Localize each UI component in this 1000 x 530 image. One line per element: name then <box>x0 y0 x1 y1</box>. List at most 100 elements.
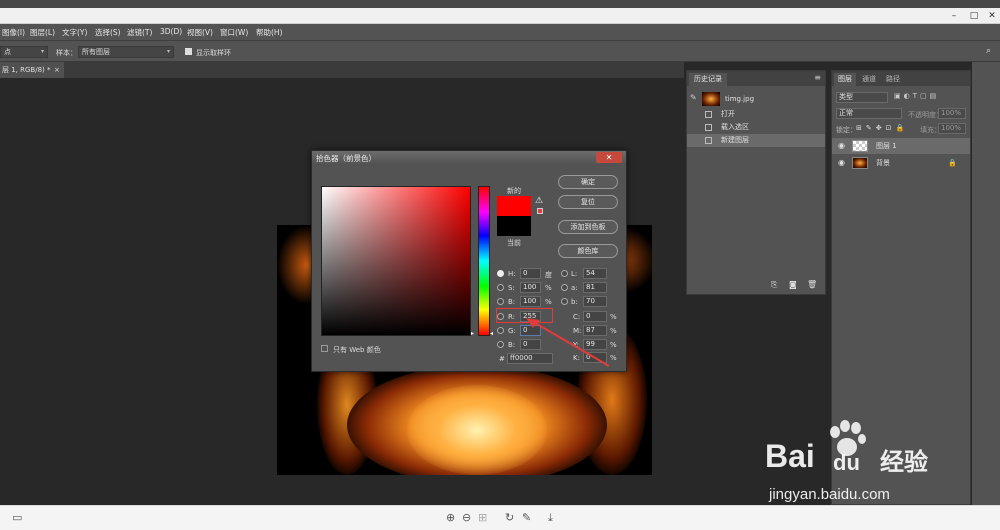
chevron-down-icon: ▾ <box>40 48 44 55</box>
b-input[interactable]: 100 <box>520 296 541 307</box>
zoom-out-icon[interactable]: ⊖ <box>462 512 471 524</box>
close-button[interactable]: ✕ <box>596 152 622 163</box>
fit-icon[interactable]: ⊞ <box>478 512 487 524</box>
history-panel-header: 历史记录 ≡ <box>687 71 825 86</box>
close-tab-icon[interactable]: × <box>54 62 60 78</box>
document-tab[interactable]: 层 1, RGB/8) * × <box>0 62 64 78</box>
filter-icons[interactable]: ▣◐T▢▤ <box>894 92 939 100</box>
h-label: H: <box>508 270 516 278</box>
dialog-title: 拾色器（前景色） <box>312 151 626 166</box>
b-label: B: <box>508 298 516 306</box>
hue-pointer-right-icon[interactable]: ◂ <box>490 330 493 337</box>
menu-window[interactable]: 窗口(W) <box>220 27 248 38</box>
screen-icon[interactable]: ▭ <box>12 512 22 524</box>
ok-button[interactable]: 确定 <box>558 175 618 189</box>
fill-input[interactable]: 100% <box>938 123 966 134</box>
history-panel: 历史记录 ≡ ✎ timg.jpg 打开 载入选区 新建图层 ⎘ ◙ 🗑 <box>686 70 826 295</box>
menu-image[interactable]: 图像(I) <box>2 27 25 38</box>
menu-3d[interactable]: 3D(D) <box>160 27 182 36</box>
right-dock-strip <box>972 62 1000 505</box>
baidu-jingyan-watermark: Bai du 经验 jingyan.baidu.com <box>765 420 965 510</box>
radio-h[interactable] <box>497 270 504 277</box>
radio-b[interactable] <box>497 298 504 305</box>
current-color-swatch[interactable] <box>497 216 531 236</box>
radio-lab-b[interactable] <box>561 298 568 305</box>
camera-icon[interactable]: ◙ <box>789 280 797 289</box>
menu-layer[interactable]: 图层(L) <box>30 27 55 38</box>
layer-kind-filter[interactable]: 类型 <box>836 92 888 103</box>
watermark-brand2: du <box>833 450 860 475</box>
snapshot-label: timg.jpg <box>725 95 755 103</box>
history-row[interactable]: 载入选区 <box>687 121 825 134</box>
document-icon <box>705 124 712 131</box>
menu-type[interactable]: 文字(Y) <box>62 27 87 38</box>
menu-filter[interactable]: 滤镜(T) <box>127 27 152 38</box>
radio-g[interactable] <box>497 327 504 334</box>
menu-bar: 图像(I) 图层(L) 文字(Y) 选择(S) 滤镜(T) 3D(D) 视图(V… <box>0 24 1000 40</box>
show-ring-label: 显示取样环 <box>196 49 231 57</box>
layer-thumbnail <box>852 157 868 169</box>
h-input[interactable]: 0 <box>520 268 541 279</box>
lock-label: 锁定： <box>836 126 857 134</box>
menu-view[interactable]: 视图(V) <box>187 27 213 38</box>
blend-mode-value: 正常 <box>839 109 853 117</box>
new-document-icon[interactable]: ⎘ <box>771 280 777 290</box>
layer-row[interactable]: ◉ 背景 🔒 <box>832 155 970 171</box>
history-row-selected[interactable]: 新建图层 <box>687 134 825 147</box>
layer-thumbnail <box>852 140 868 152</box>
minimize-icon[interactable]: – <box>944 10 964 22</box>
download-icon[interactable]: ⤓ <box>548 512 553 524</box>
tab-channels[interactable]: 通道 <box>858 73 880 86</box>
panel-menu-icon[interactable]: ≡ <box>814 73 821 82</box>
edit-icon[interactable]: ✎ <box>522 512 531 524</box>
layer-row-selected[interactable]: ◉ 图层 1 <box>832 138 970 154</box>
sample-label: 样本： <box>56 49 77 57</box>
eye-icon[interactable]: ◉ <box>838 159 845 167</box>
warning-icon[interactable]: ⚠ <box>535 196 543 206</box>
color-field[interactable] <box>321 186 471 336</box>
s-input[interactable]: 100 <box>520 282 541 293</box>
l-input[interactable]: 54 <box>583 268 607 279</box>
history-snapshot[interactable]: ✎ timg.jpg <box>687 90 825 108</box>
lock-icons[interactable]: ⊞✎✥⊡🔒 <box>856 124 908 132</box>
eye-icon[interactable]: ◉ <box>838 142 845 150</box>
web-only-checkbox[interactable] <box>321 345 328 352</box>
show-ring-checkbox[interactable] <box>185 48 192 55</box>
close-icon[interactable]: ✕ <box>982 10 1000 22</box>
hue-slider[interactable] <box>478 186 490 336</box>
history-row[interactable]: 打开 <box>687 108 825 121</box>
radio-a[interactable] <box>561 284 568 291</box>
radio-l[interactable] <box>561 270 568 277</box>
rotate-icon[interactable]: ↻ <box>505 512 514 524</box>
maximize-icon[interactable]: □ <box>964 10 984 22</box>
layer-name: 图层 1 <box>876 142 897 150</box>
menu-select[interactable]: 选择(S) <box>95 27 121 38</box>
hue-pointer-left-icon[interactable]: ▸ <box>471 330 474 337</box>
reset-button[interactable]: 复位 <box>558 195 618 209</box>
zoom-in-icon[interactable]: ⊕ <box>446 512 455 524</box>
menu-help[interactable]: 帮助(H) <box>256 27 283 38</box>
a-input[interactable]: 81 <box>583 282 607 293</box>
radio-blue[interactable] <box>497 341 504 348</box>
trash-icon[interactable]: 🗑 <box>807 280 817 289</box>
watermark-url: jingyan.baidu.com <box>769 486 890 503</box>
search-icon[interactable]: ⌕ <box>986 46 991 56</box>
brush-icon: ✎ <box>690 93 697 102</box>
sample-select[interactable]: 所有图层 ▾ <box>78 46 174 58</box>
sample-size-select[interactable]: 点 ▾ <box>0 46 48 58</box>
lab-b-input[interactable]: 70 <box>583 296 607 307</box>
new-color-swatch <box>497 196 531 216</box>
color-libraries-button[interactable]: 颜色库 <box>558 244 618 258</box>
tab-layers[interactable]: 图层 <box>834 73 856 86</box>
tab-history[interactable]: 历史记录 <box>689 73 727 86</box>
tab-paths[interactable]: 路径 <box>882 73 904 86</box>
l-label: L: <box>571 270 578 278</box>
a-label: a: <box>571 284 578 292</box>
gamut-swatch[interactable] <box>537 208 543 214</box>
title-bar: – □ ✕ <box>0 8 1000 24</box>
radio-s[interactable] <box>497 284 504 291</box>
opacity-input[interactable]: 100% <box>938 108 966 119</box>
add-to-swatches-button[interactable]: 添加到色板 <box>558 220 618 234</box>
web-only-label: 只有 Web 颜色 <box>333 346 381 354</box>
blend-mode-select[interactable]: 正常 <box>836 108 902 119</box>
